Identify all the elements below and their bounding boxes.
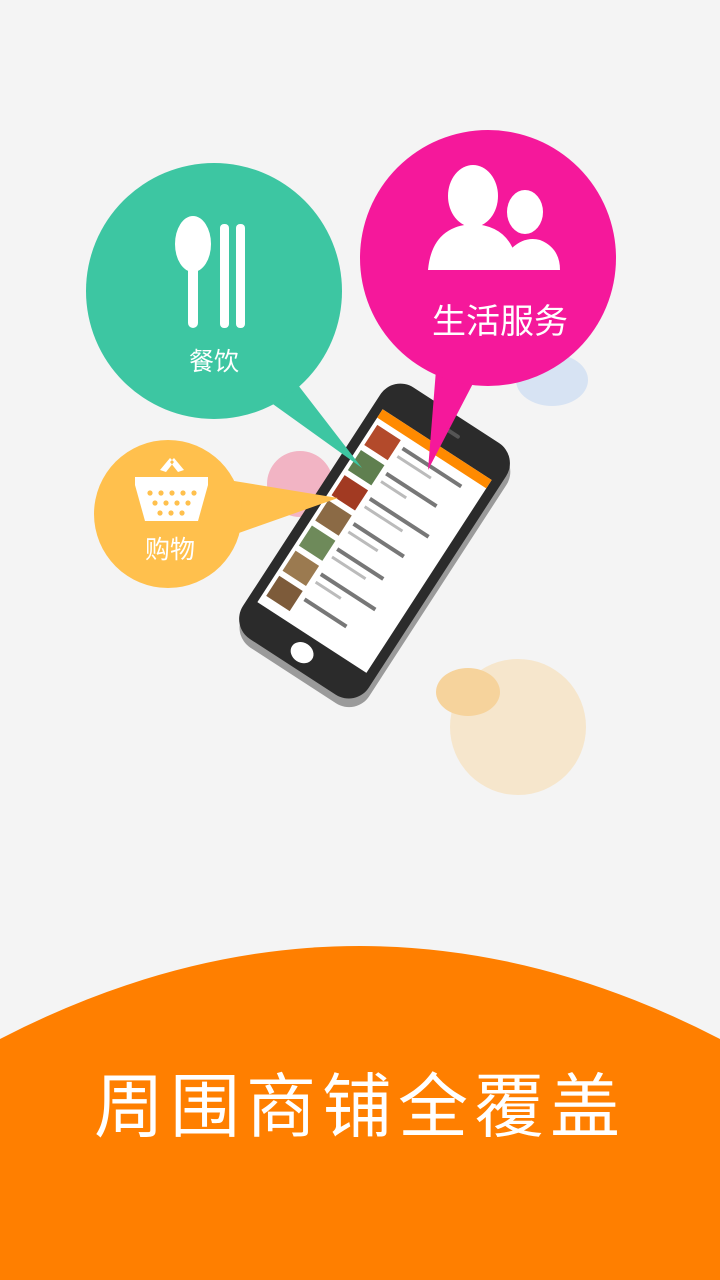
- tagline-text: 周围商铺全覆盖: [94, 1066, 626, 1148]
- splash-screen: 餐饮 生活服务 购物 周围商铺全覆盖: [0, 0, 720, 1280]
